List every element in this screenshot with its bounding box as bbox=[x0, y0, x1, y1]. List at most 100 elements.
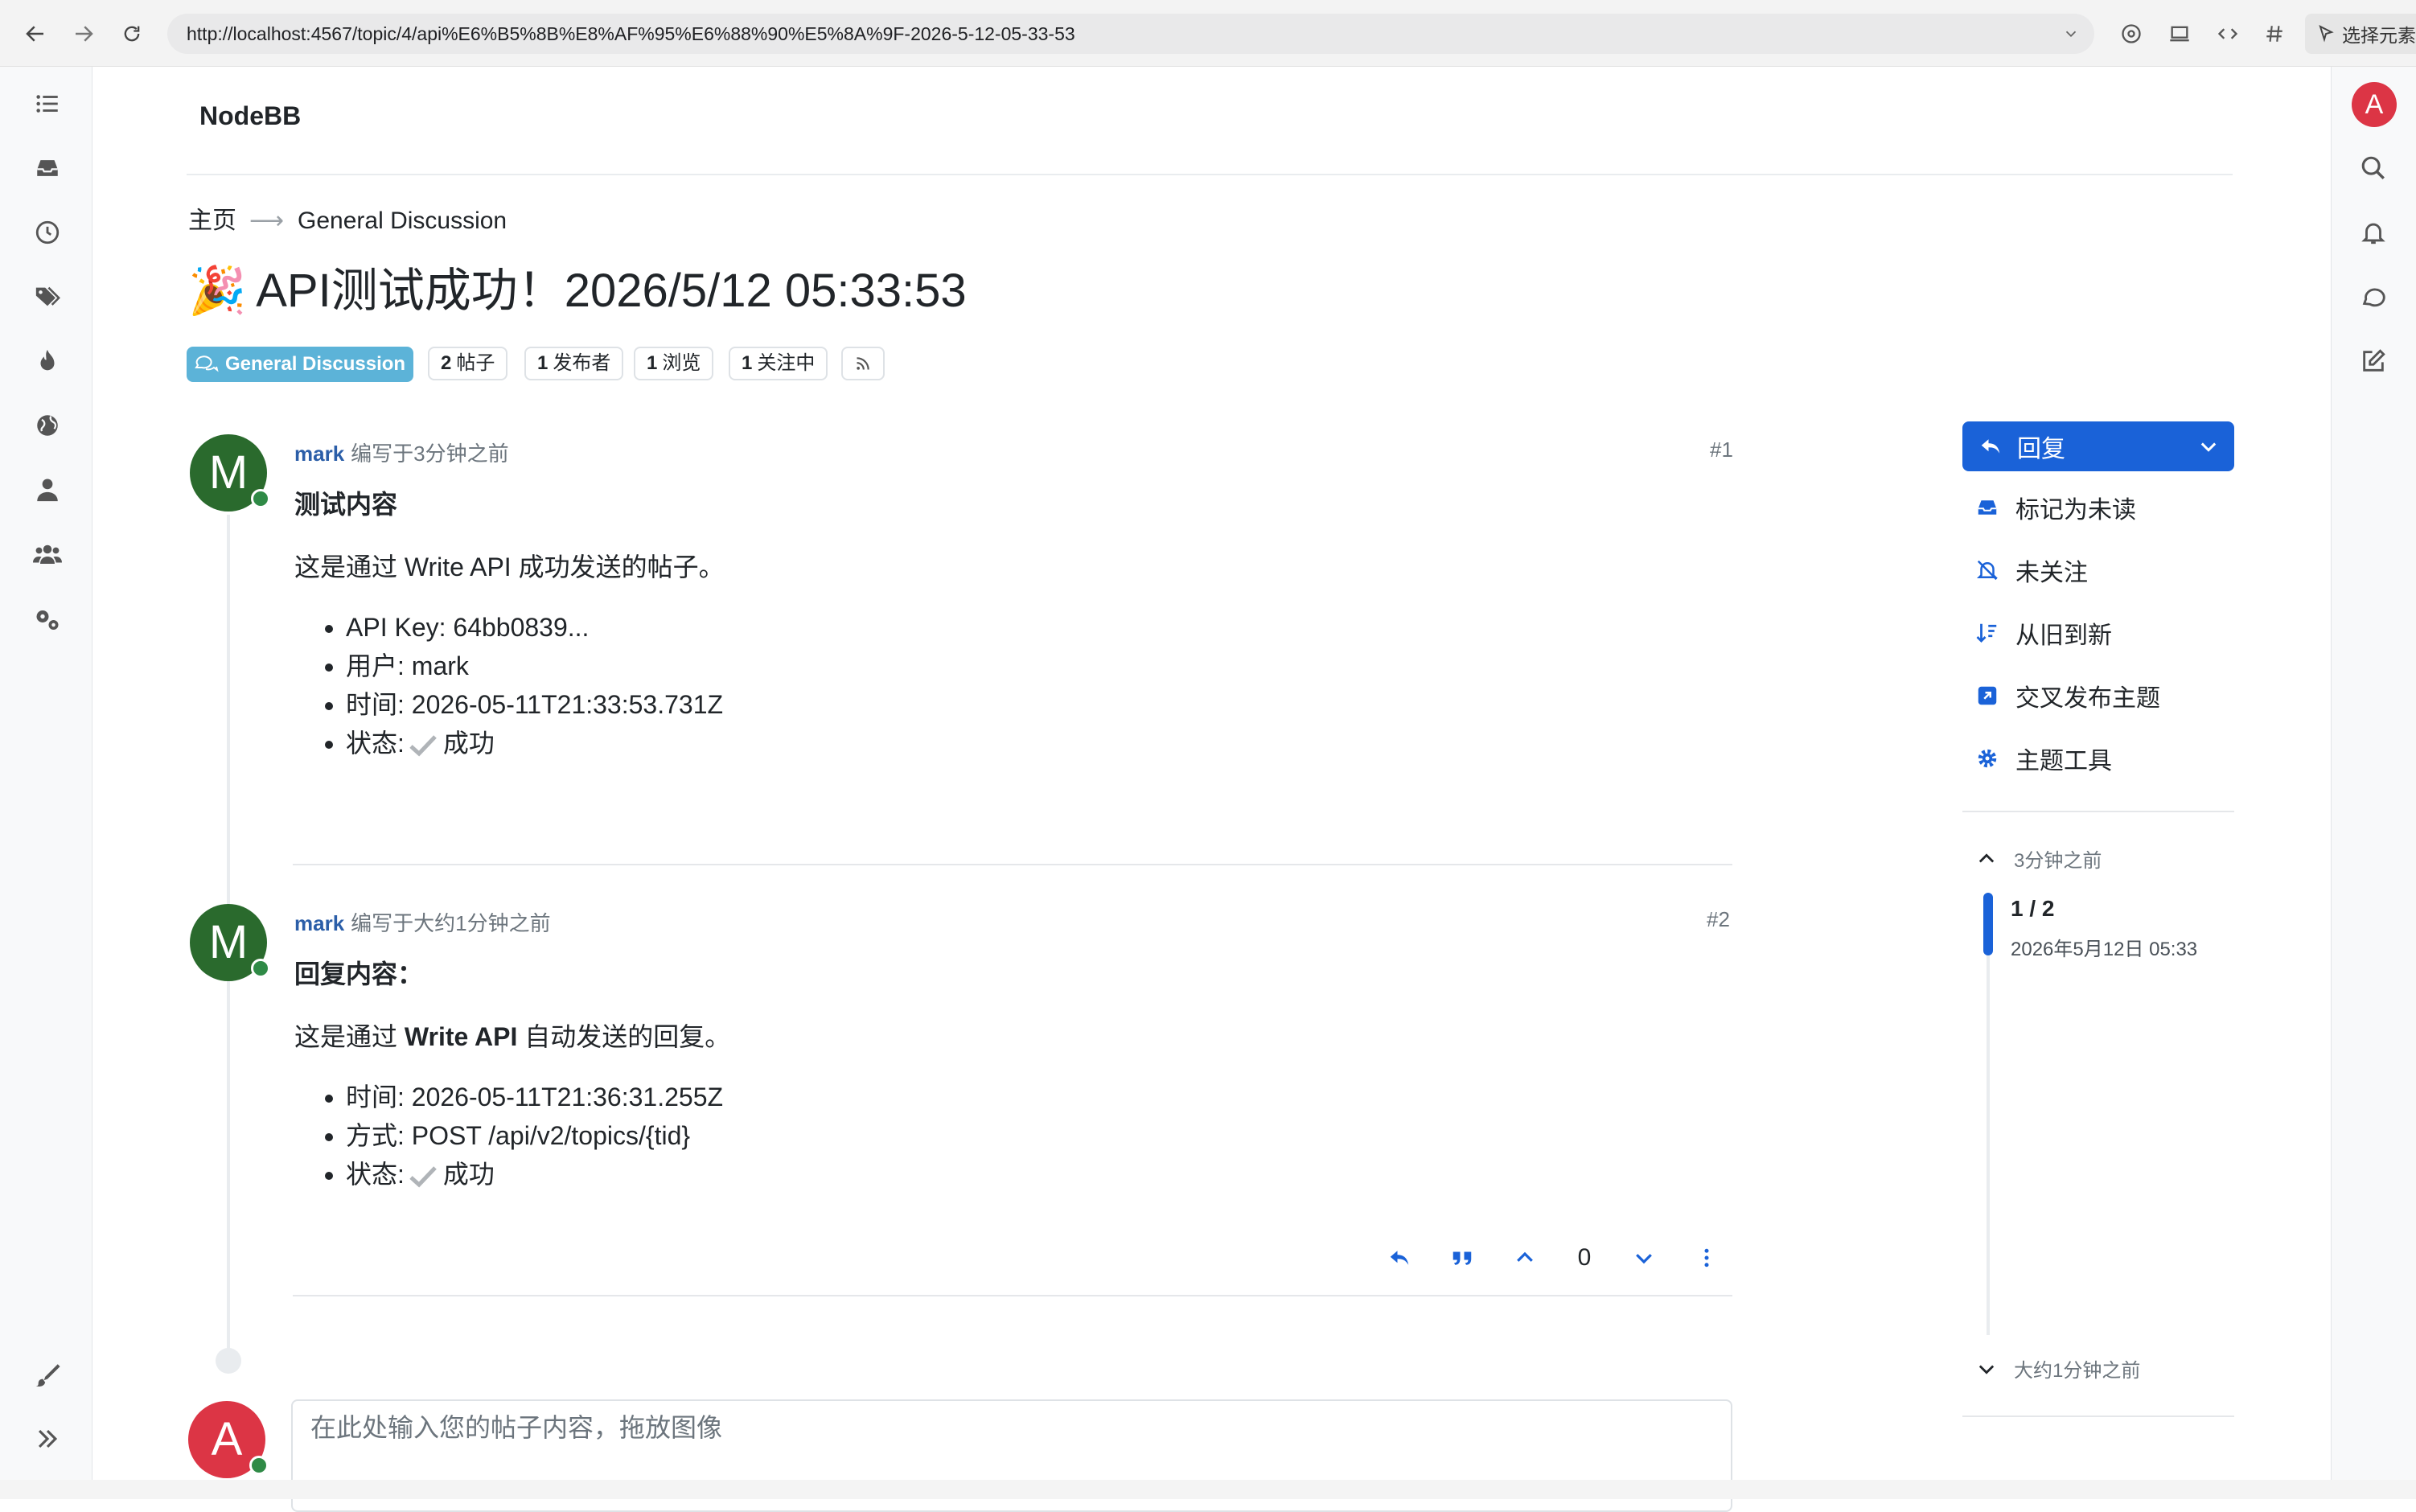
chevron-up-icon bbox=[1978, 853, 1995, 862]
timeline-date: 2026年5月12日 05:33 bbox=[2011, 939, 2198, 960]
upvote-button[interactable] bbox=[1504, 1237, 1546, 1279]
sidebar-groups[interactable] bbox=[27, 534, 68, 574]
header-divider bbox=[187, 174, 2233, 175]
edit-icon bbox=[2363, 349, 2385, 372]
post-quote-button[interactable] bbox=[1441, 1237, 1483, 1279]
sort-button[interactable]: 从旧到新 bbox=[1975, 613, 2112, 653]
new-topic-button[interactable] bbox=[2353, 341, 2393, 381]
post-2-list: 时间: 2026-05-11T21:36:31.255Z 方式: POST /a… bbox=[294, 1078, 723, 1194]
user-avatar-menu[interactable]: A bbox=[2352, 82, 2397, 127]
address-bar[interactable]: http://localhost:4567/topic/4/api%E6%B5%… bbox=[167, 14, 2094, 54]
reply-icon bbox=[1981, 439, 2000, 454]
list-item: 时间: 2026-05-11T21:36:31.255Z bbox=[346, 1078, 723, 1116]
chevron-down-icon bbox=[1978, 1365, 1995, 1374]
reader-mode-button[interactable] bbox=[2114, 16, 2149, 51]
timeline-bottom[interactable]: 大约1分钟之前 bbox=[1975, 1354, 2140, 1383]
fire-icon bbox=[40, 349, 55, 371]
paintbrush-icon bbox=[35, 1364, 60, 1387]
users-icon bbox=[33, 544, 62, 564]
back-button[interactable] bbox=[18, 16, 53, 51]
sidebar-recent[interactable] bbox=[27, 212, 68, 253]
notifications-button[interactable] bbox=[2353, 212, 2393, 253]
chevron-down-icon[interactable] bbox=[2062, 25, 2080, 43]
post-1-paragraph: 这是通过 Write API 成功发送的帖子。 bbox=[294, 553, 725, 581]
reply-button-label: 回复 bbox=[2017, 436, 2065, 462]
search-button[interactable] bbox=[2353, 148, 2393, 188]
timeline-top[interactable]: 3分钟之前 bbox=[1975, 844, 2102, 873]
post-1-index[interactable]: #1 bbox=[1710, 438, 1733, 462]
stat-watchers: 1 关注中 bbox=[729, 347, 828, 380]
category-badge-label: General Discussion bbox=[225, 353, 406, 375]
chevron-up-icon bbox=[1517, 1251, 1533, 1262]
reload-button[interactable] bbox=[114, 16, 150, 51]
code-icon bbox=[2217, 28, 2238, 39]
devtools-button[interactable] bbox=[2210, 16, 2245, 51]
cursor-icon bbox=[2319, 25, 2334, 43]
timeline-position: 1 / 2 bbox=[2011, 896, 2055, 921]
breadcrumb-arrow: ⟶ bbox=[249, 207, 285, 234]
sidebar-expand[interactable] bbox=[27, 1419, 68, 1459]
mark-unread-button[interactable]: 标记为未读 bbox=[1975, 487, 2136, 528]
timeline-divider bbox=[1962, 1415, 2234, 1417]
reply-button[interactable]: 回复 bbox=[1962, 421, 2234, 471]
post-1-list: API Key: 64bb0839... 用户: mark 时间: 2026-0… bbox=[294, 608, 723, 762]
sidebar-users[interactable] bbox=[27, 470, 68, 510]
sidebar-admin[interactable] bbox=[27, 600, 68, 640]
downvote-button[interactable] bbox=[1623, 1237, 1665, 1279]
hash-button[interactable] bbox=[2257, 16, 2292, 51]
post-1-timestamp[interactable]: 编写于3分钟之前 bbox=[351, 442, 508, 466]
comments-icon bbox=[195, 355, 219, 372]
hash-icon bbox=[2266, 26, 2282, 42]
check-mark-icon bbox=[409, 1165, 437, 1188]
list-item: 状态:成功 bbox=[346, 724, 723, 762]
post-2-index[interactable]: #2 bbox=[1707, 907, 1730, 932]
post-reply-button[interactable] bbox=[1379, 1237, 1420, 1279]
post-more-button[interactable] bbox=[1686, 1237, 1728, 1279]
sidebar-categories[interactable] bbox=[27, 84, 68, 124]
compass-icon bbox=[2122, 24, 2141, 43]
chats-button[interactable] bbox=[2353, 277, 2393, 317]
sidebar-popular[interactable] bbox=[27, 341, 68, 381]
double-chevron-right-icon bbox=[38, 1429, 58, 1448]
topic-title-text: API测试成功！2026/5/12 05:33:53 bbox=[256, 265, 967, 317]
arrow-right-icon bbox=[76, 26, 93, 42]
stat-posters: 1 发布者 bbox=[524, 347, 624, 380]
watch-toggle-button[interactable]: 未关注 bbox=[1975, 550, 2088, 590]
rss-button[interactable] bbox=[841, 347, 885, 380]
device-button[interactable] bbox=[2162, 16, 2197, 51]
sidebar-skins[interactable] bbox=[27, 1354, 68, 1395]
chevron-down-icon[interactable] bbox=[2197, 435, 2220, 458]
bottom-strip bbox=[0, 1480, 2416, 1499]
stat-views: 1 浏览 bbox=[634, 347, 714, 380]
category-badge[interactable]: General Discussion bbox=[187, 347, 414, 382]
breadcrumb-home[interactable]: 主页 bbox=[188, 204, 236, 238]
quick-reply-input[interactable] bbox=[309, 1412, 1599, 1444]
chat-icon bbox=[2362, 288, 2385, 307]
breadcrumb-category[interactable]: General Discussion bbox=[298, 204, 507, 238]
gear-icon bbox=[1978, 749, 1997, 768]
crosspost-button[interactable]: 交叉发布主题 bbox=[1975, 676, 2160, 716]
post-2-online-status bbox=[251, 959, 270, 978]
timeline-track[interactable] bbox=[1987, 893, 1990, 1335]
rss-icon bbox=[857, 357, 869, 370]
list-item: 用户: mark bbox=[346, 647, 723, 685]
browser-toolbar: http://localhost:4567/topic/4/api%E6%B5%… bbox=[0, 0, 2416, 67]
topic-tools-button[interactable]: 主题工具 bbox=[1975, 738, 2112, 779]
post-2-username[interactable]: mark bbox=[294, 911, 344, 935]
sidebar-unread[interactable] bbox=[27, 148, 68, 188]
actions-divider bbox=[1962, 811, 2234, 812]
post-2-paragraph: 这是通过 Write API 自动发送的回复。 bbox=[294, 1022, 731, 1051]
tags-icon bbox=[35, 286, 60, 306]
sidebar-tags[interactable] bbox=[27, 277, 68, 317]
site-brand[interactable]: NodeBB bbox=[199, 101, 301, 131]
post-2-timestamp[interactable]: 编写于大约1分钟之前 bbox=[351, 911, 550, 935]
sidebar-world[interactable] bbox=[27, 405, 68, 446]
forward-button[interactable] bbox=[66, 16, 101, 51]
arrow-left-icon bbox=[26, 26, 43, 42]
timeline-handle[interactable] bbox=[1983, 893, 1993, 955]
search-icon bbox=[2361, 156, 2385, 179]
post-1-username[interactable]: mark bbox=[294, 442, 344, 466]
globe-icon bbox=[37, 415, 58, 436]
select-element-button[interactable]: 选择元素 bbox=[2305, 14, 2416, 54]
cogs-icon bbox=[36, 610, 59, 630]
